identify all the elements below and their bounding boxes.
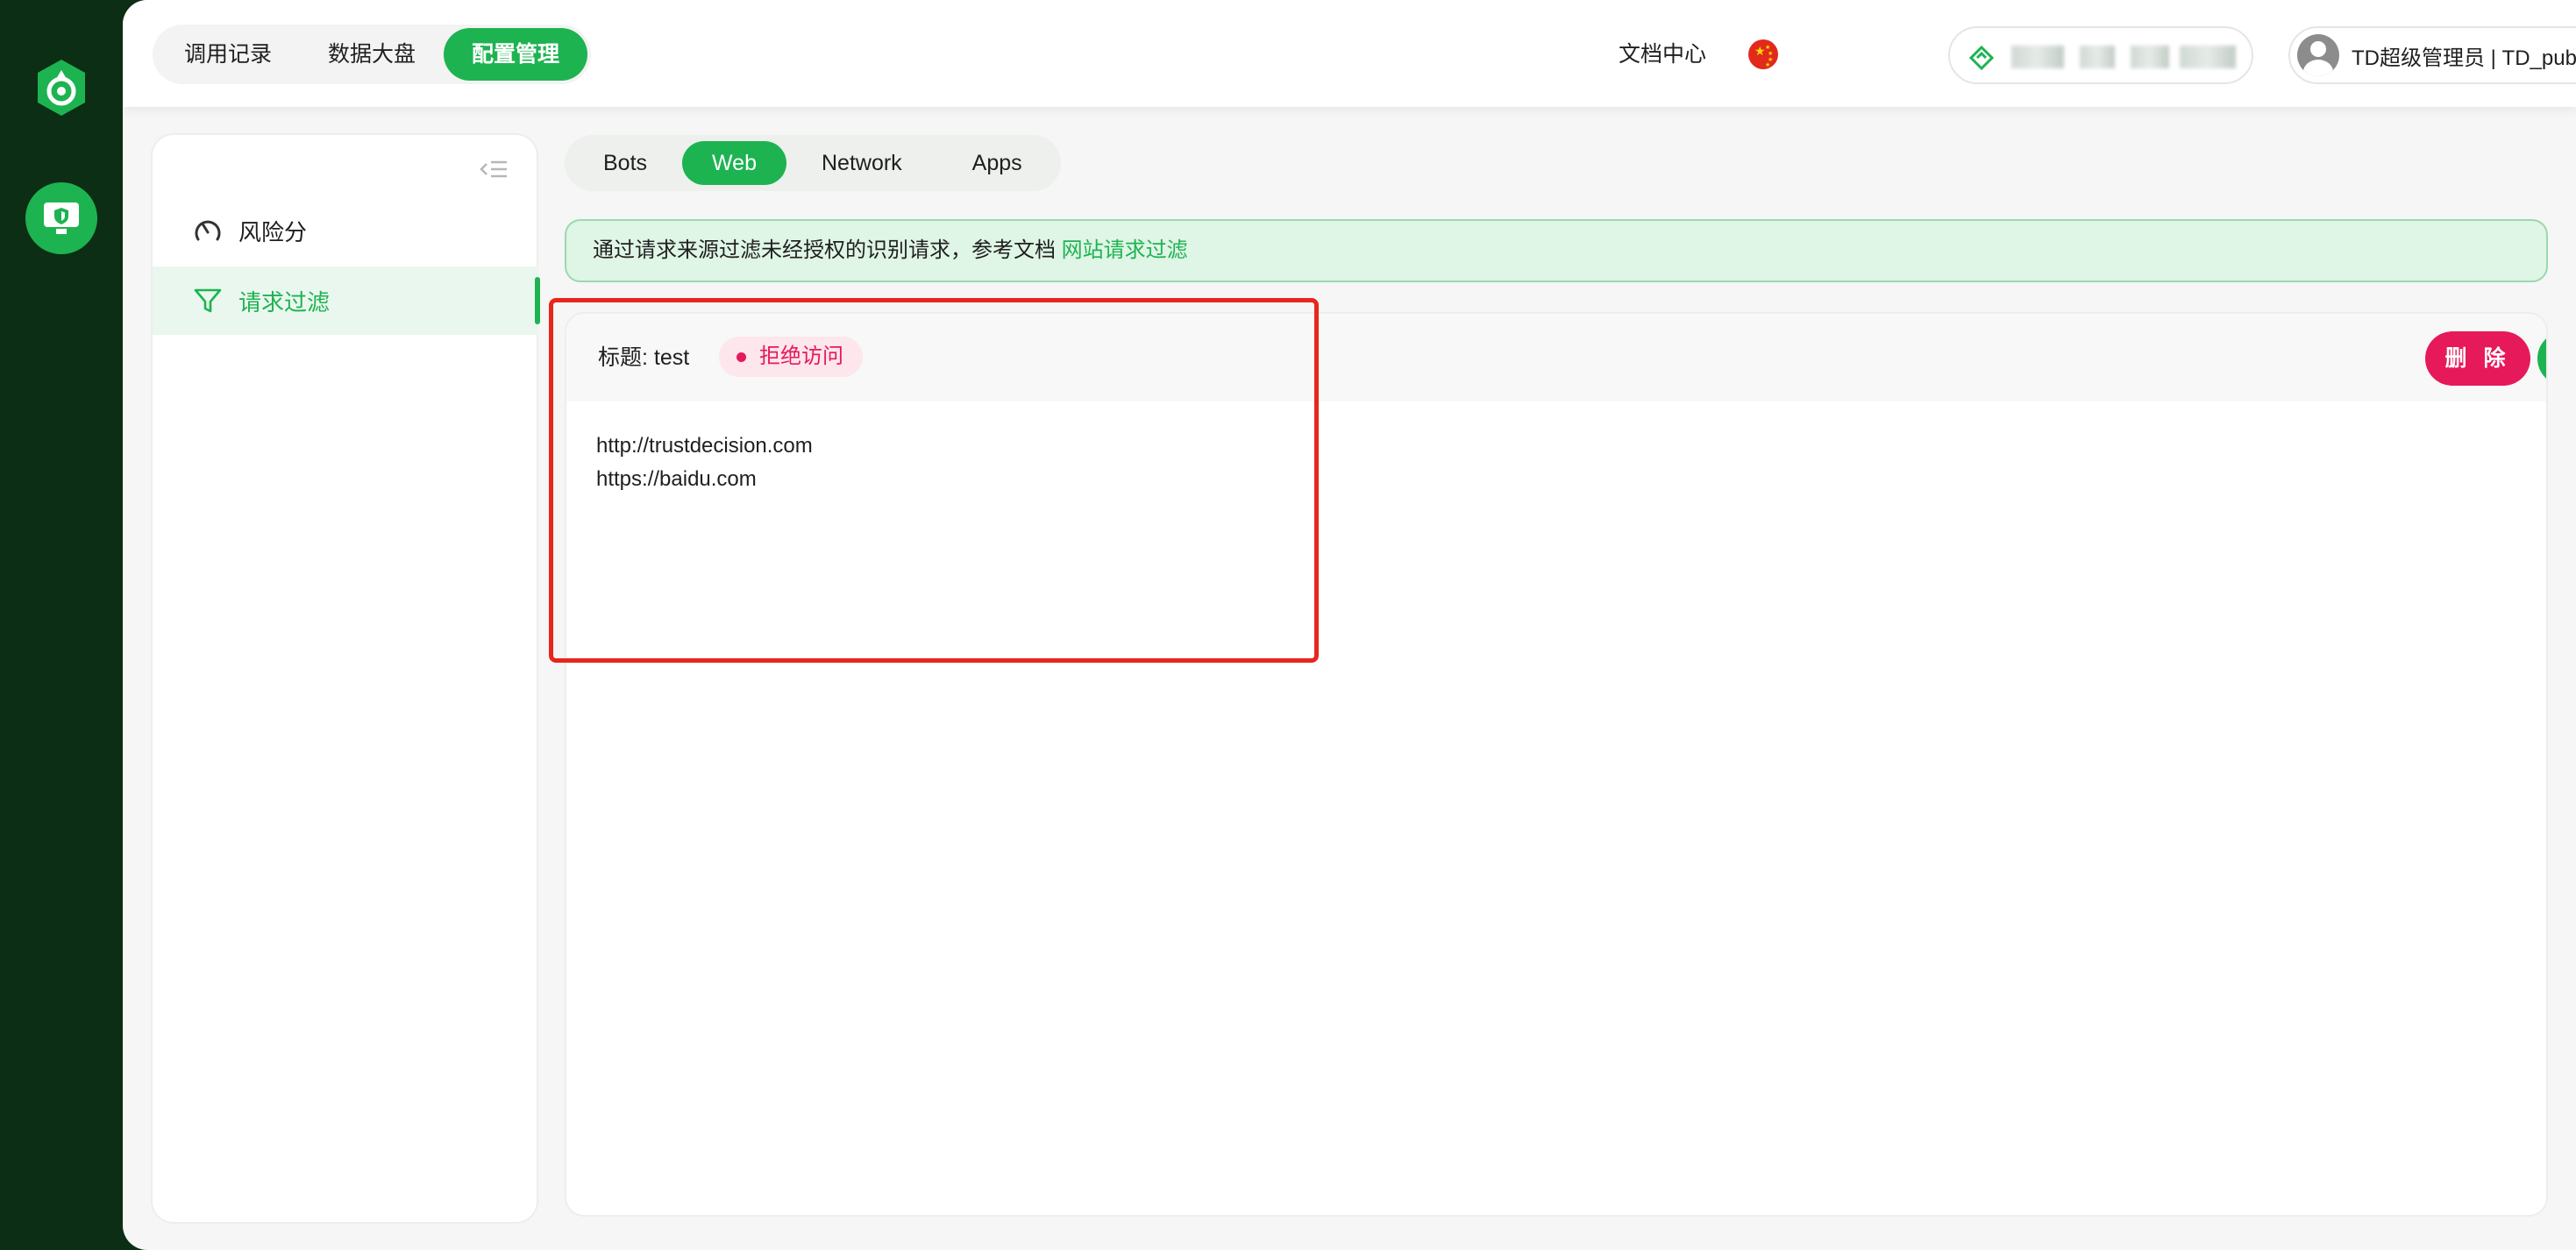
notice-text: 通过请求来源过滤未经授权的识别请求，参考文档	[593, 238, 1062, 262]
brand-logo-icon[interactable]	[32, 58, 91, 117]
rule-title: 标题: test	[598, 345, 690, 370]
docs-link[interactable]: 网站请求过滤	[1062, 238, 1188, 262]
user-name: TD超级管理员 | TD_publi...	[2352, 46, 2576, 70]
tab-apps[interactable]: Apps	[937, 141, 1057, 185]
china-flag-icon[interactable]: ★ ★ ★ ★ ★	[1748, 39, 1778, 69]
platform-tabs: Bots Web Network Apps	[565, 135, 1061, 191]
side-menu: 风险分 请求过滤	[151, 133, 540, 1224]
main-window: 调用记录 数据大盘 配置管理 文档中心 ★ ★ ★ ★ ★ TD超级管理员 | …	[123, 0, 2576, 1250]
user-menu[interactable]: TD超级管理员 | TD_publi...	[2288, 26, 2576, 84]
sidebar-item-request-filter[interactable]: 请求过滤	[153, 266, 540, 335]
main-nav: 调用记录 数据大盘 配置管理	[153, 25, 592, 84]
tab-network[interactable]: Network	[786, 141, 937, 185]
sidebar-item-label: 风险分	[238, 218, 308, 245]
org-diamond-icon	[1969, 46, 1994, 70]
org-name-obscured	[2180, 46, 2236, 68]
tab-bots[interactable]: Bots	[568, 141, 682, 185]
org-name-obscured	[2080, 46, 2115, 68]
nav-tab-call-records[interactable]: 调用记录	[156, 28, 300, 81]
info-notice: 通过请求来源过滤未经授权的识别请求，参考文档 网站请求过滤	[565, 219, 2548, 282]
tab-web[interactable]: Web	[682, 141, 786, 185]
rule-card-header	[566, 314, 2546, 401]
filter-rule-card: 标题: test 拒绝访问 删 除 编 辑 http://trustdecisi…	[565, 312, 2548, 1217]
filter-icon	[194, 288, 222, 313]
list-item: http://trustdecision.com	[596, 434, 813, 458]
nav-tab-config[interactable]: 配置管理	[444, 28, 588, 81]
monitor-shield-icon	[44, 202, 79, 234]
org-name-obscured	[2131, 46, 2169, 68]
list-item: https://baidu.com	[596, 467, 757, 491]
url-list: http://trustdecision.com https://baidu.c…	[596, 430, 813, 496]
nav-tab-dashboard[interactable]: 数据大盘	[300, 28, 444, 81]
org-name-obscured	[2011, 46, 2064, 68]
collapse-sidebar-icon[interactable]	[479, 158, 509, 181]
sidebar-item-label: 请求过滤	[238, 288, 331, 316]
avatar	[2297, 34, 2339, 76]
delete-button[interactable]: 删 除	[2425, 331, 2530, 386]
sidebar-item-risk-score[interactable]: 风险分	[153, 196, 538, 265]
security-app-button[interactable]	[25, 182, 97, 254]
status-badge: 拒绝访问	[719, 337, 863, 377]
app-rail	[0, 0, 123, 1250]
doc-center-link[interactable]: 文档中心	[1619, 35, 1706, 74]
top-header: 调用记录 数据大盘 配置管理 文档中心 ★ ★ ★ ★ ★ TD超级管理员 | …	[123, 0, 2576, 107]
gauge-icon	[195, 220, 221, 241]
org-selector[interactable]	[1948, 26, 2253, 84]
